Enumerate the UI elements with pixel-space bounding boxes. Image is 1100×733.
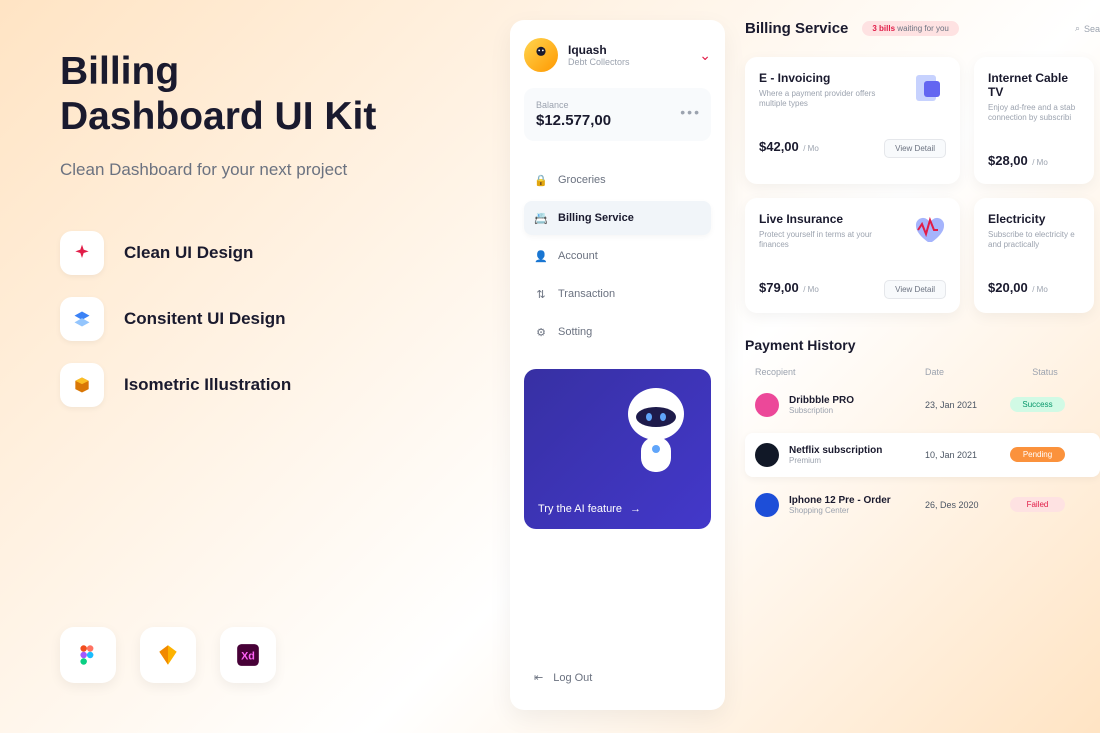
balance-card: Balance $12.577,00 ••• [524, 88, 711, 141]
nav-groceries[interactable]: 🔒Groceries [524, 163, 711, 197]
xd-icon: Xd [220, 627, 276, 683]
heart-icon [910, 212, 946, 248]
feature-list: Clean UI Design Consitent UI Design Isom… [60, 231, 460, 407]
page-title: Billing Service [745, 20, 848, 37]
recipient-dot [755, 443, 779, 467]
nav-account[interactable]: 👤Account [524, 239, 711, 273]
promo-title: BillingDashboard UI Kit [60, 50, 460, 140]
history-row[interactable]: Netflix subscriptionPremium 10, Jan 2021… [745, 433, 1100, 477]
chevron-down-icon[interactable]: ⌄ [699, 47, 711, 64]
bills-badge: 3 bills waiting for you [862, 21, 959, 36]
user-role: Debt Collectors [568, 57, 689, 67]
balance-value: $12.577,00 [536, 112, 699, 129]
card-icon: 📇 [534, 211, 548, 225]
service-card-electricity[interactable]: Electricity Subscribe to electricity e a… [974, 198, 1094, 313]
view-detail-button[interactable]: View Detail [884, 139, 946, 158]
logout-icon: ⇤ [534, 671, 543, 684]
search-icon: ⌕ [1075, 23, 1080, 34]
history-row[interactable]: Iphone 12 Pre - OrderShopping Center 26,… [745, 483, 1100, 527]
status-badge: Success [1010, 397, 1065, 412]
service-card-einvoicing[interactable]: E - Invoicing Where a payment provider o… [745, 57, 960, 184]
gear-icon: ⚙ [534, 325, 548, 339]
service-card-insurance[interactable]: Live Insurance Protect yourself in terms… [745, 198, 960, 313]
nav-transaction[interactable]: ⇅Transaction [524, 277, 711, 311]
service-card-internet[interactable]: Internet Cable TV Enjoy ad-free and a st… [974, 57, 1094, 184]
history-row[interactable]: Dribbble PROSubscription 23, Jan 2021 Su… [745, 383, 1100, 427]
history-header: Recopient Date Status [745, 367, 1100, 377]
lock-icon: 🔒 [534, 173, 548, 187]
payment-history: Payment History Recopient Date Status Dr… [745, 337, 1100, 527]
figma-icon [60, 627, 116, 683]
recipient-dot [755, 393, 779, 417]
cube-icon [60, 363, 104, 407]
robot-illustration [611, 379, 701, 489]
layers-icon [60, 297, 104, 341]
arrow-right-icon: → [630, 503, 641, 515]
nav-billing[interactable]: 📇Billing Service [524, 201, 711, 235]
sparkle-icon [60, 231, 104, 275]
logout-button[interactable]: ⇤Log Out [524, 663, 711, 692]
feature-item: Consitent UI Design [60, 297, 460, 341]
nav: 🔒Groceries 📇Billing Service 👤Account ⇅Tr… [524, 163, 711, 353]
status-badge: Failed [1010, 497, 1065, 512]
feature-item: Isometric Illustration [60, 363, 460, 407]
promo-subtitle: Clean Dashboard for your next project [60, 158, 460, 182]
swap-icon: ⇅ [534, 287, 548, 301]
sidebar: Iquash Debt Collectors ⌄ Balance $12.577… [510, 20, 725, 710]
main-content: Billing Service 3 bills waiting for you … [745, 20, 1100, 527]
balance-label: Balance [536, 100, 699, 110]
user-icon: 👤 [534, 249, 548, 263]
search-input[interactable]: ⌕Sea [1075, 23, 1100, 34]
more-icon[interactable]: ••• [680, 104, 701, 120]
invoice-icon [910, 71, 946, 107]
profile[interactable]: Iquash Debt Collectors ⌄ [524, 38, 711, 72]
view-detail-button[interactable]: View Detail [884, 280, 946, 299]
svg-text:Xd: Xd [241, 650, 255, 662]
user-name: Iquash [568, 43, 689, 57]
recipient-dot [755, 493, 779, 517]
ai-text: Try the AI feature [538, 503, 622, 515]
avatar [524, 38, 558, 72]
ai-promo-card[interactable]: Try the AI feature → [524, 369, 711, 529]
sketch-icon [140, 627, 196, 683]
nav-setting[interactable]: ⚙Sotting [524, 315, 711, 349]
feature-item: Clean UI Design [60, 231, 460, 275]
history-title: Payment History [745, 337, 1100, 353]
status-badge: Pending [1010, 447, 1065, 462]
